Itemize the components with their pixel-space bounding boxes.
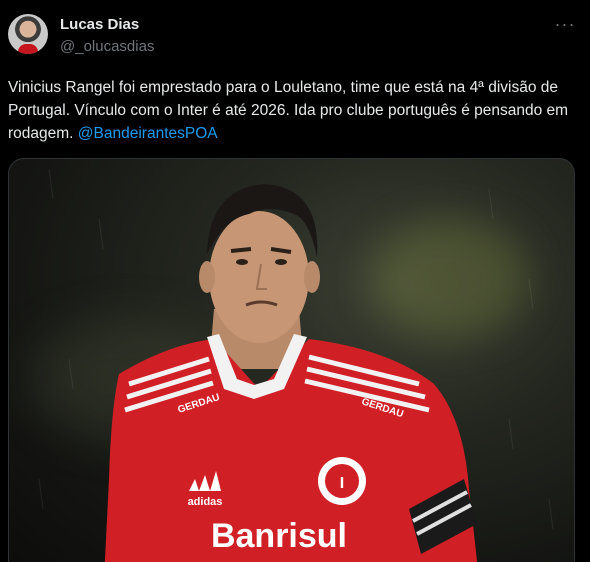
svg-text:I: I	[340, 475, 344, 492]
author-handle[interactable]: @_olucasdias	[60, 37, 154, 57]
more-horizontal-icon: ···	[554, 13, 576, 34]
tweet: Lucas Dias @_olucasdias ··· Vinicius Ran…	[0, 0, 590, 562]
more-options-button[interactable]: ···	[550, 12, 580, 36]
tweet-text: Vinicius Rangel foi emprestado para o Lo…	[8, 76, 578, 145]
mention-link[interactable]: @BandeirantesPOA	[78, 125, 218, 142]
author-names: Lucas Dias @_olucasdias	[60, 14, 154, 57]
jersey-sponsor: Banrisul	[211, 517, 347, 555]
brand-text: adidas	[188, 496, 223, 508]
player-photo: I adidas GERDAU GERDAU Banrisul	[38, 168, 554, 562]
tweet-header: Lucas Dias @_olucasdias ···	[8, 14, 580, 58]
author-display-name[interactable]: Lucas Dias	[60, 15, 154, 35]
tweet-media-photo[interactable]: I adidas GERDAU GERDAU Banrisul	[8, 158, 575, 562]
avatar[interactable]	[8, 14, 48, 54]
